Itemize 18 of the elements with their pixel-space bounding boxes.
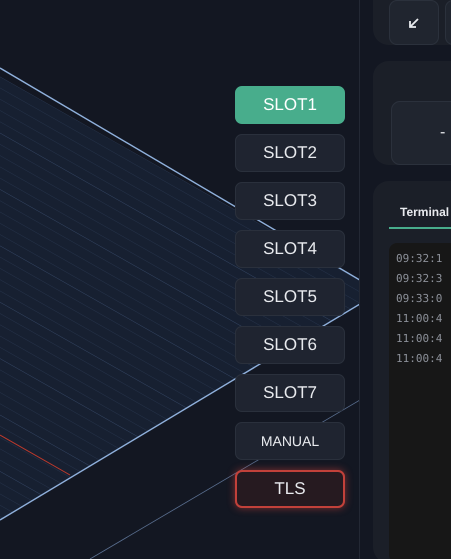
log-line: 09:32:3	[396, 271, 442, 287]
position-value: -	[440, 123, 446, 143]
slot-button[interactable]: SLOT6	[235, 326, 345, 364]
terminal-tab[interactable]: Terminal	[389, 201, 451, 229]
log-line: 09:33:0	[396, 291, 442, 307]
log-line: 11:00:4	[396, 351, 442, 367]
log-line: 11:00:4	[396, 331, 442, 347]
arrow-down-left-icon	[408, 16, 420, 28]
slot-button[interactable]: SLOT3	[235, 182, 345, 220]
log-line: 11:00:4	[396, 311, 442, 327]
slot-button[interactable]: SLOT7	[235, 374, 345, 412]
slot-button[interactable]: SLOT5	[235, 278, 345, 316]
log-line: 09:32:1	[396, 251, 442, 267]
slot-button[interactable]: SLOT4	[235, 230, 345, 268]
slot-button[interactable]: SLOT2	[235, 134, 345, 172]
alert-button[interactable]: TLS	[235, 470, 345, 508]
jog-button[interactable]	[389, 0, 439, 45]
slot-button[interactable]: MANUAL	[235, 422, 345, 460]
